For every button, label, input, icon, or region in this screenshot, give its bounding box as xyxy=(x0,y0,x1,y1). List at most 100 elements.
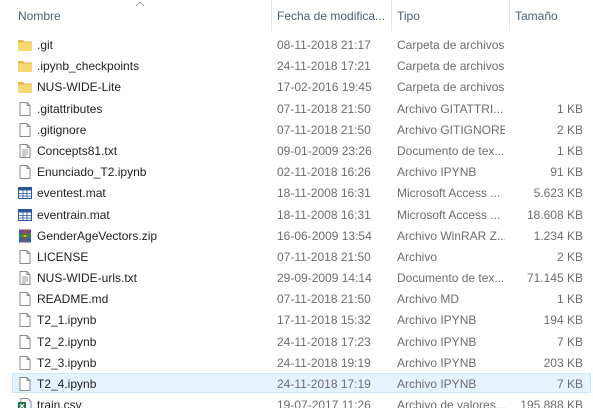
file-type: Carpeta de archivos xyxy=(397,59,505,74)
file-name: T2_3.ipynb xyxy=(37,355,97,370)
file-date-modified: 18-11-2008 16:31 xyxy=(277,207,371,222)
file-type: Archivo WinRAR Z... xyxy=(397,228,505,243)
excel-csv-icon xyxy=(17,397,33,409)
file-size xyxy=(505,34,583,55)
file-type: Archivo IPYNB xyxy=(397,355,477,370)
file-name: eventrain.mat xyxy=(37,207,110,222)
file-icon xyxy=(17,164,33,180)
file-row[interactable]: .ipynb_checkpoints 24-11-2018 17:21 Carpet… xyxy=(0,55,593,76)
file-name: T2_4.ipynb xyxy=(37,377,97,391)
file-row[interactable]: Enunciado_T2.ipynb 02-11-2018 16:26 Archiv… xyxy=(0,161,593,182)
file-type: Archivo IPYNB xyxy=(397,313,477,328)
file-type: Carpeta de archivos xyxy=(397,38,505,52)
column-header-bar: Nombre Fecha de modifica... Tipo Tamaño xyxy=(0,0,593,31)
file-date-modified: 08-11-2018 21:17 xyxy=(277,38,371,52)
file-date-modified: 24-11-2018 17:23 xyxy=(277,334,371,349)
file-type: Documento de tex... xyxy=(397,143,505,158)
file-name: T2_1.ipynb xyxy=(37,313,97,328)
file-name: eventest.mat xyxy=(37,186,106,201)
file-icon xyxy=(17,101,33,117)
file-row[interactable]: LICENSE 07-11-2018 21:50 Archivo 2 KB xyxy=(0,246,593,267)
file-row[interactable]: Concepts81.txt 09-01-2009 23:26 Documento … xyxy=(0,140,593,161)
file-date-modified: 07-11-2018 21:50 xyxy=(277,122,371,137)
file-type: Microsoft Access ... xyxy=(397,207,501,222)
file-size: 71.145 KB xyxy=(526,271,583,286)
file-icon xyxy=(17,249,33,265)
file-size: 5.623 KB xyxy=(533,186,583,201)
file-date-modified: 07-11-2018 21:50 xyxy=(277,249,371,264)
file-date-modified: 16-06-2009 13:54 xyxy=(277,228,372,243)
file-name: .gitattributes xyxy=(37,101,103,116)
file-size: 7 KB xyxy=(556,377,583,391)
file-date-modified: 09-01-2009 23:26 xyxy=(277,143,372,158)
column-header-size[interactable]: Tamaño xyxy=(509,0,593,31)
file-size: 2 KB xyxy=(556,122,583,137)
file-type: Archivo IPYNB xyxy=(397,377,477,391)
file-name: Concepts81.txt xyxy=(37,143,118,158)
file-icon xyxy=(17,122,33,138)
file-name: GenderAgeVectors.zip xyxy=(37,228,158,243)
file-type: Archivo xyxy=(397,249,438,264)
file-size: 7 KB xyxy=(556,334,583,349)
file-name: NUS-WIDE-Lite xyxy=(37,80,122,95)
file-name: NUS-WIDE-urls.txt xyxy=(37,271,137,286)
file-size: 1.234 KB xyxy=(533,228,583,243)
file-type: Microsoft Access ... xyxy=(397,186,501,201)
file-row[interactable]: .gitignore 07-11-2018 21:50 Archivo GITIGN… xyxy=(0,119,593,140)
file-size: 1 KB xyxy=(556,101,583,116)
file-row[interactable]: NUS-WIDE-Lite 17-02-2016 19:45 Carpeta de … xyxy=(0,76,593,97)
file-date-modified: 29-09-2009 14:14 xyxy=(277,271,372,286)
file-date-modified: 24-11-2018 17:21 xyxy=(277,59,371,74)
file-row[interactable]: .git 08-11-2018 21:17 Carpeta de archivos xyxy=(0,34,593,55)
file-type: Archivo GITIGNORE xyxy=(397,122,505,137)
file-type: Archivo MD xyxy=(397,292,460,307)
file-date-modified: 18-11-2008 16:31 xyxy=(277,186,371,201)
column-header-date[interactable]: Fecha de modifica... xyxy=(271,0,391,31)
file-name: README.md xyxy=(37,292,109,307)
file-name: T2_2.ipynb xyxy=(37,334,97,349)
file-icon xyxy=(17,291,33,307)
folder-icon xyxy=(17,37,33,53)
file-list: .git 08-11-2018 21:17 Carpeta de archivos.… xyxy=(0,34,593,409)
file-row[interactable]: .gitattributes 07-11-2018 21:50 Archivo GI… xyxy=(0,98,593,119)
file-type: Archivo de valores... xyxy=(397,398,505,409)
file-name: .gitignore xyxy=(37,122,87,137)
file-size: 1 KB xyxy=(556,292,583,307)
file-date-modified: 17-11-2018 15:32 xyxy=(277,313,371,328)
file-date-modified: 24-11-2018 17:19 xyxy=(277,377,371,391)
file-row[interactable]: T2_4.ipynb 24-11-2018 17:19 Archivo IPYNB 7… xyxy=(0,373,593,394)
file-icon xyxy=(17,376,33,392)
file-row[interactable]: NUS-WIDE-urls.txt 29-09-2009 14:14 Documen… xyxy=(0,267,593,288)
file-name: .ipynb_checkpoints xyxy=(37,59,140,74)
column-header-type[interactable]: Tipo xyxy=(391,0,509,31)
file-type: Documento de tex... xyxy=(397,271,505,286)
file-size: 195.888 KB xyxy=(520,398,583,409)
file-row[interactable]: train.csv 19-07-2017 11:26 Archivo de valo… xyxy=(0,394,593,409)
file-row[interactable]: T2_1.ipynb 17-11-2018 15:32 Archivo IPYNB 1… xyxy=(0,309,593,330)
folder-icon xyxy=(17,58,33,74)
file-size: 91 KB xyxy=(550,165,583,180)
file-row[interactable]: eventest.mat 18-11-2008 16:31 Microsoft Ac… xyxy=(0,182,593,203)
text-file-icon xyxy=(17,270,33,286)
file-date-modified: 19-07-2017 11:26 xyxy=(277,398,371,409)
file-type: Archivo GITATTRI... xyxy=(397,101,504,116)
file-name: .git xyxy=(37,38,54,52)
file-size xyxy=(505,55,583,76)
file-icon xyxy=(17,312,33,328)
column-header-name[interactable]: Nombre xyxy=(12,0,271,31)
file-type: Archivo IPYNB xyxy=(397,165,477,180)
file-row[interactable]: eventrain.mat 18-11-2008 16:31 Microsoft A… xyxy=(0,204,593,225)
file-row[interactable]: GenderAgeVectors.zip 16-06-2009 13:54 Arch… xyxy=(0,225,593,246)
file-row[interactable]: T2_2.ipynb 24-11-2018 17:23 Archivo IPYNB 7… xyxy=(0,331,593,352)
access-table-icon xyxy=(17,207,33,223)
text-file-icon xyxy=(17,143,33,159)
file-row[interactable]: T2_3.ipynb 24-11-2018 19:19 Archivo IPYNB 2… xyxy=(0,352,593,373)
file-icon xyxy=(17,355,33,371)
file-date-modified: 07-11-2018 21:50 xyxy=(277,101,371,116)
file-row[interactable]: README.md 07-11-2018 21:50 Archivo MD 1 KB xyxy=(0,288,593,309)
file-date-modified: 17-02-2016 19:45 xyxy=(277,80,372,95)
file-size: 194 KB xyxy=(543,313,583,328)
file-name: LICENSE xyxy=(37,249,89,264)
folder-icon xyxy=(17,79,33,95)
file-icon xyxy=(17,334,33,350)
